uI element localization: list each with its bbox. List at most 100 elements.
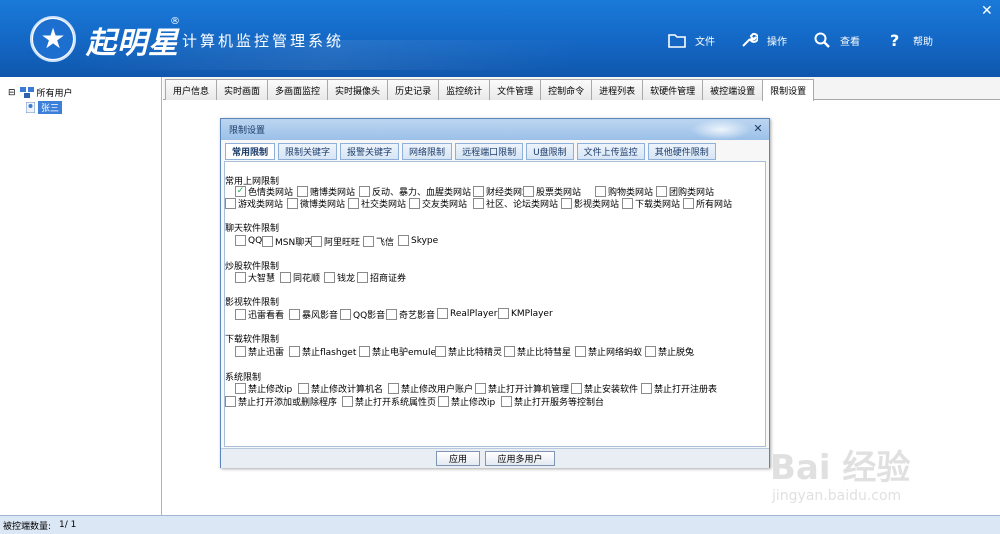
tab-realtime-screen[interactable]: 实时画面 — [216, 79, 269, 100]
checkbox-block-xunlei[interactable]: 禁止迅雷 — [235, 345, 284, 358]
checkbox-msn[interactable]: MSN聊天 — [262, 235, 313, 248]
checkbox-block-services[interactable]: 禁止打开服务等控制台 — [501, 395, 604, 408]
dialog-close-button[interactable]: ✕ — [751, 122, 765, 136]
checkbox-block-flashget[interactable]: 禁止flashget — [289, 345, 356, 358]
checkbox-qq[interactable]: QQ — [235, 235, 262, 246]
checkbox-block-computer-mgmt[interactable]: 禁止打开计算机管理 — [475, 382, 569, 395]
help-icon: ? — [884, 29, 906, 51]
apply-button[interactable]: 应用 — [436, 451, 480, 466]
section-video-title: 影视软件限制 — [225, 298, 280, 308]
dtab-other-hardware[interactable]: 其他硬件限制 — [647, 143, 716, 160]
checkbox-label: 奇艺影音 — [399, 311, 436, 321]
checkbox-weibo-sites[interactable]: 微博类网站 — [287, 197, 345, 210]
network-icon — [19, 87, 34, 98]
menu-file-button[interactable]: 文件 — [666, 28, 715, 52]
dialog-footer: 应用 应用多用户 — [221, 448, 769, 468]
tree-item-user[interactable]: 张三 — [25, 101, 63, 114]
checkbox-block-regedit[interactable]: 禁止打开注册表 — [641, 382, 717, 395]
checkbox-label: 禁止修改计算机名 — [311, 385, 384, 395]
tab-realtime-camera[interactable]: 实时摄像头 — [327, 79, 389, 100]
checkbox-qianlong[interactable]: 钱龙 — [324, 271, 355, 284]
dtab-keywords[interactable]: 限制关键字 — [278, 143, 338, 160]
tab-file-management[interactable]: 文件管理 — [489, 79, 542, 100]
checkbox-label: 禁止打开计算机管理 — [488, 385, 570, 395]
client-count-value: 1/ 1 — [59, 520, 77, 530]
dtab-common[interactable]: 常用限制 — [225, 143, 276, 160]
checkbox-block-change-hostname[interactable]: 禁止修改计算机名 — [298, 382, 383, 395]
tab-history[interactable]: 历史记录 — [387, 79, 440, 100]
tab-multi-screen[interactable]: 多画面监控 — [267, 79, 329, 100]
checkbox-label: 微博类网站 — [300, 200, 346, 210]
tab-client-settings[interactable]: 被控端设置 — [702, 79, 764, 100]
checkbox-block-change-ip[interactable]: 禁止修改ip — [235, 382, 292, 395]
checkbox-block-netants[interactable]: 禁止网络蚂蚁 — [575, 345, 642, 358]
checkbox-aliwangwang[interactable]: 阿里旺旺 — [311, 235, 360, 248]
menu-help-button[interactable]: ? 帮助 — [884, 28, 933, 52]
checkbox-xunlei-kankan[interactable]: 迅雷看看 — [235, 308, 284, 321]
tab-statistics[interactable]: 监控统计 — [438, 79, 491, 100]
checkbox-realplayer[interactable]: RealPlayer — [437, 308, 497, 319]
checkbox-zhaoshang[interactable]: 招商证券 — [357, 271, 406, 284]
checkbox-qq-player[interactable]: QQ影音 — [340, 308, 385, 321]
checkbox-block-tuotu[interactable]: 禁止脱兔 — [645, 345, 694, 358]
checkbox-all-sites[interactable]: 所有网站 — [683, 197, 732, 210]
collapse-icon[interactable]: ⊟ — [8, 88, 16, 98]
checkbox-game-sites[interactable]: 游戏类网站 — [225, 197, 283, 210]
checkbox-block-install[interactable]: 禁止安装软件 — [571, 382, 638, 395]
checkbox-block-emule[interactable]: 禁止电驴emule — [359, 345, 436, 358]
tab-restriction-settings[interactable]: 限制设置 — [762, 79, 815, 101]
restriction-dialog: 限制设置 ✕ 常用限制 限制关键字 报警关键字 网络限制 远程端口限制 U盘限制… — [220, 118, 770, 468]
checkbox-checked-icon: ✓ — [235, 186, 246, 197]
checkbox-fetion[interactable]: 飞信 — [363, 235, 394, 248]
menu-view-button[interactable]: 查看 — [811, 28, 860, 52]
checkbox-label: 社交类网站 — [361, 200, 407, 210]
tab-control-commands[interactable]: 控制命令 — [540, 79, 593, 100]
checkbox-baofeng[interactable]: 暴风影音 — [289, 308, 338, 321]
checkbox-block-change-ip-2[interactable]: 禁止修改ip — [438, 395, 495, 408]
checkbox-label: 阿里旺旺 — [324, 238, 361, 248]
user-icon — [25, 101, 36, 114]
menu-operate-label: 操作 — [767, 36, 787, 48]
tree-root-label: 所有用户 — [36, 89, 73, 99]
checkbox-label: 禁止安装软件 — [584, 385, 639, 395]
checkbox-label: 交友类网站 — [422, 200, 468, 210]
tab-user-info[interactable]: 用户信息 — [165, 79, 218, 100]
dtab-network[interactable]: 网络限制 — [402, 143, 453, 160]
tree-root[interactable]: ⊟ 所有用户 — [8, 86, 73, 99]
tab-process-list[interactable]: 进程列表 — [591, 79, 644, 100]
section-chat-title: 聊天软件限制 — [225, 224, 280, 234]
brand-name: 起明星 — [86, 26, 179, 61]
user-tree-panel: ⊟ 所有用户 张三 — [0, 77, 162, 515]
menu-operate-button[interactable]: 操作 — [738, 28, 787, 52]
checkbox-block-sysprops[interactable]: 禁止打开系统属性页 — [342, 395, 436, 408]
checkbox-download-sites[interactable]: 下载类网站 — [622, 197, 680, 210]
apply-multi-user-button[interactable]: 应用多用户 — [485, 451, 555, 466]
checkbox-dazhihui[interactable]: 大智慧 — [235, 271, 275, 284]
tab-hardware-software[interactable]: 软硬件管理 — [642, 79, 704, 100]
search-icon — [811, 29, 833, 51]
status-bar: 被控端数量: 1/ 1 — [0, 515, 1000, 534]
dtab-remote-port[interactable]: 远程端口限制 — [455, 143, 524, 160]
checkbox-block-change-account[interactable]: 禁止修改用户账户 — [388, 382, 473, 395]
checkbox-block-add-remove[interactable]: 禁止打开添加或删除程序 — [225, 395, 337, 408]
checkbox-kmplayer[interactable]: KMPlayer — [498, 308, 553, 319]
checkbox-block-bitcomet[interactable]: 禁止比特彗星 — [504, 345, 571, 358]
tree-user-label: 张三 — [38, 101, 63, 114]
dtab-usb[interactable]: U盘限制 — [526, 143, 574, 160]
checkbox-qiyi[interactable]: 奇艺影音 — [386, 308, 435, 321]
checkbox-tonghuashun[interactable]: 同花顺 — [280, 271, 320, 284]
dtab-file-upload[interactable]: 文件上传监控 — [576, 143, 645, 160]
checkbox-skype[interactable]: Skype — [398, 235, 438, 246]
window-close-button[interactable]: ✕ — [981, 4, 993, 18]
checkbox-label: QQ — [248, 235, 263, 246]
checkbox-forum-sites[interactable]: 社区、论坛类网站 — [473, 197, 558, 210]
dialog-titlebar[interactable]: 限制设置 ✕ — [221, 119, 769, 140]
checkbox-block-bitspirit[interactable]: 禁止比特精灵 — [435, 345, 502, 358]
checkbox-label: 钱龙 — [337, 274, 356, 284]
checkbox-social-sites[interactable]: 社交类网站 — [348, 197, 406, 210]
checkbox-dating-sites[interactable]: 交友类网站 — [409, 197, 467, 210]
checkbox-label: 禁止打开注册表 — [654, 385, 718, 395]
checkbox-video-sites[interactable]: 影视类网站 — [561, 197, 619, 210]
checkbox-label: RealPlayer — [450, 308, 498, 319]
dtab-alarm-keywords[interactable]: 报警关键字 — [340, 143, 400, 160]
